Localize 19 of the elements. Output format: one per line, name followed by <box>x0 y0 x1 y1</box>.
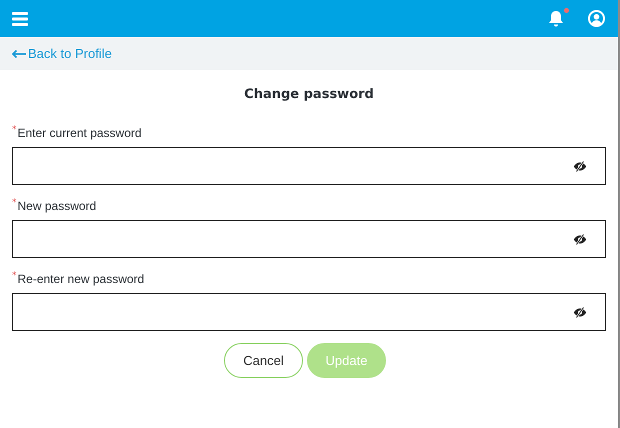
back-link[interactable]: Back to Profile <box>12 46 112 61</box>
bell-icon[interactable] <box>548 10 564 27</box>
eye-slash-icon[interactable] <box>573 306 587 318</box>
required-mark: * <box>12 272 16 281</box>
cancel-button[interactable]: Cancel <box>224 343 303 378</box>
arrow-left-icon <box>12 50 26 58</box>
required-mark: * <box>12 199 16 208</box>
eye-slash-icon[interactable] <box>573 160 587 172</box>
password-field[interactable] <box>12 220 606 258</box>
password-field[interactable] <box>12 293 606 331</box>
required-mark: * <box>12 126 16 135</box>
page-title: Change password <box>243 86 375 104</box>
password-field[interactable] <box>12 147 606 185</box>
eye-slash-icon[interactable] <box>573 234 587 244</box>
user-icon[interactable] <box>588 10 605 27</box>
menu-icon[interactable] <box>12 12 28 26</box>
field-label: Enter current password <box>18 125 142 142</box>
field-label: Re-enter new password <box>18 271 144 288</box>
field-label: New password <box>18 198 96 215</box>
